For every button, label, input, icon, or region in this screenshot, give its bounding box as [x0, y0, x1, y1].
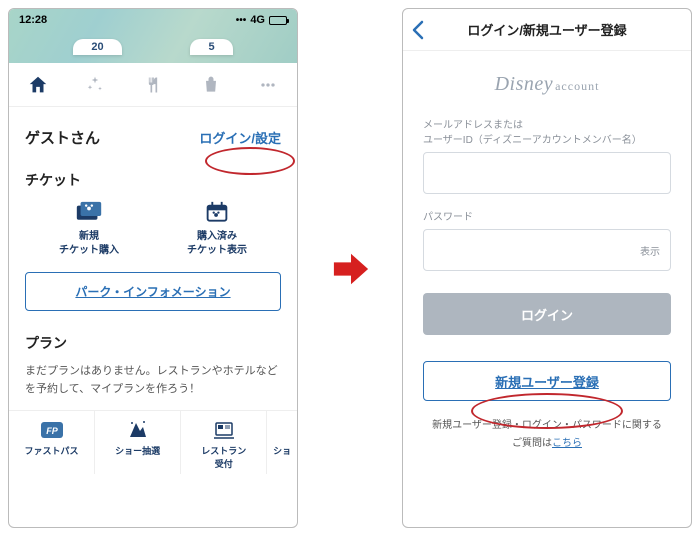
tab-magic[interactable]	[67, 75, 125, 95]
arrow-icon	[332, 250, 370, 288]
tab-more[interactable]	[239, 75, 297, 95]
fastpass-icon: FP	[39, 419, 65, 441]
left-phone: 12:28 ••• 4G 20 5 ゲストさん ログ	[8, 8, 298, 528]
help-text: 新規ユーザー登録・ログイン・パスワードに関する ご質問はこちら	[423, 417, 671, 453]
ticket-heading: チケット	[25, 170, 281, 190]
disney-logo: Disneyaccount	[423, 73, 671, 96]
tab-home[interactable]	[9, 74, 67, 96]
tab-nav	[9, 63, 297, 107]
page-title: ログイン/新規ユーザー登録	[467, 20, 626, 39]
ticket-show[interactable]: 購入済み チケット表示	[159, 200, 274, 258]
login-button[interactable]: ログイン	[423, 293, 671, 335]
show-icon	[125, 419, 151, 441]
tab-shop[interactable]	[182, 75, 240, 95]
map-chip[interactable]: 5	[190, 39, 232, 55]
ticket-show-icon	[202, 200, 232, 226]
plan-more[interactable]: ショ	[267, 411, 297, 474]
svg-text:FP: FP	[46, 426, 58, 436]
map-chip[interactable]: 20	[73, 39, 121, 55]
restaurant-icon	[211, 419, 237, 441]
map-chips: 20 5	[9, 39, 297, 55]
signup-button[interactable]: 新規ユーザー登録	[423, 361, 671, 401]
password-field[interactable]: 表示	[423, 229, 671, 271]
battery-icon	[269, 16, 287, 25]
right-phone: ログイン/新規ユーザー登録 Disneyaccount メールアドレスまたは ユ…	[402, 8, 692, 528]
back-button[interactable]	[411, 9, 425, 50]
ticket-buy[interactable]: 新規 チケット購入	[31, 200, 146, 258]
park-info-button[interactable]: パーク・インフォメーション	[25, 272, 281, 311]
show-password[interactable]: 表示	[640, 230, 660, 270]
status-time: 12:28	[19, 14, 47, 26]
plan-heading: プラン	[25, 333, 281, 353]
header: ログイン/新規ユーザー登録	[403, 9, 691, 51]
plan-show-lottery[interactable]: ショー抽選	[95, 411, 181, 474]
email-field[interactable]	[423, 152, 671, 194]
login-settings-link[interactable]: ログイン/設定	[199, 128, 281, 147]
tab-dining[interactable]	[124, 75, 182, 95]
plan-fastpass[interactable]: FP ファストパス	[9, 411, 95, 474]
status-net: 4G	[250, 14, 265, 26]
ticket-buy-icon	[74, 200, 104, 226]
help-link[interactable]: こちら	[552, 438, 582, 449]
password-label: パスワード	[423, 210, 671, 225]
email-label: メールアドレスまたは ユーザーID（ディズニーアカウントメンバー名）	[423, 118, 671, 148]
plan-desc: まだプランはありません。レストランやホテルなどを予約して、マイプランを作ろう！	[25, 363, 281, 398]
plan-restaurant[interactable]: レストラン 受付	[181, 411, 267, 474]
status-bar: 12:28 ••• 4G	[9, 9, 297, 31]
guest-name: ゲストさん	[25, 127, 100, 148]
